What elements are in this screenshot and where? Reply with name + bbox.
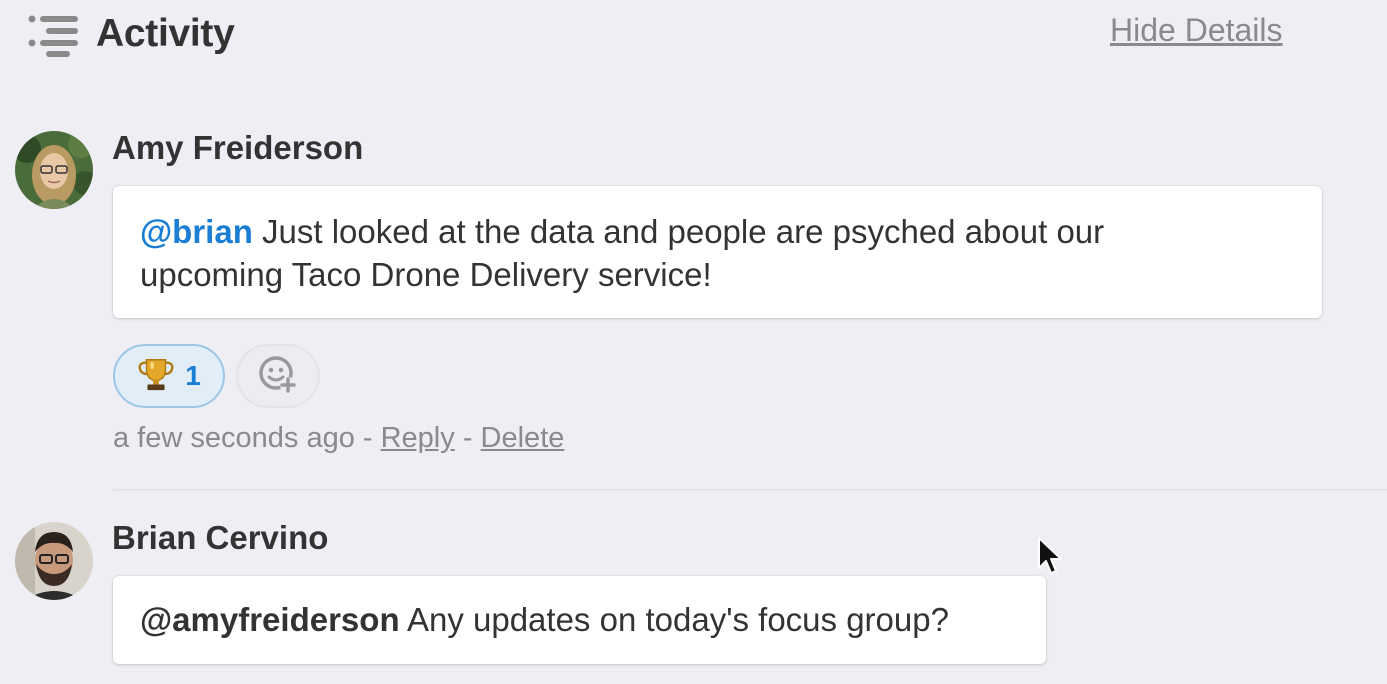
comment-author: Amy Freiderson — [112, 129, 364, 166]
trophy-reaction-button[interactable]: 1 — [113, 344, 225, 408]
add-reaction-icon — [256, 352, 300, 401]
trophy-icon — [137, 355, 175, 398]
reaction-count: 1 — [185, 360, 201, 391]
user-mention[interactable]: @brian — [140, 213, 253, 250]
activity-list-icon — [28, 14, 80, 58]
comment-body: @brian Just looked at the data and peopl… — [113, 186, 1322, 318]
add-reaction-button[interactable] — [236, 344, 320, 408]
user-mention[interactable]: @amyfreiderson — [140, 601, 400, 638]
timestamp: a few seconds ago — [113, 422, 355, 454]
page-title: Activity — [96, 12, 235, 55]
comment-meta: a few seconds ago - Reply - Delete — [113, 422, 564, 455]
divider — [113, 489, 1387, 491]
activity-panel: Activity Hide Details Amy Freiderson @br… — [0, 0, 1387, 684]
avatar[interactable] — [15, 522, 93, 600]
comment-text: Any updates on today's focus group? — [399, 601, 949, 638]
separator: - — [454, 422, 481, 454]
hide-details-link[interactable]: Hide Details — [1110, 12, 1283, 49]
comment-text: upcoming Taco Drone Delivery service! — [140, 256, 712, 293]
reply-link[interactable]: Reply — [381, 422, 455, 454]
delete-link[interactable]: Delete — [481, 422, 565, 454]
comment-text: Just looked at the data and people are p… — [252, 213, 1105, 250]
separator: - — [354, 422, 381, 454]
mouse-cursor-icon — [1036, 536, 1064, 578]
comment-body: @amyfreiderson Any updates on today's fo… — [113, 576, 1046, 664]
avatar[interactable] — [15, 131, 93, 209]
comment-author: Brian Cervino — [112, 519, 329, 556]
